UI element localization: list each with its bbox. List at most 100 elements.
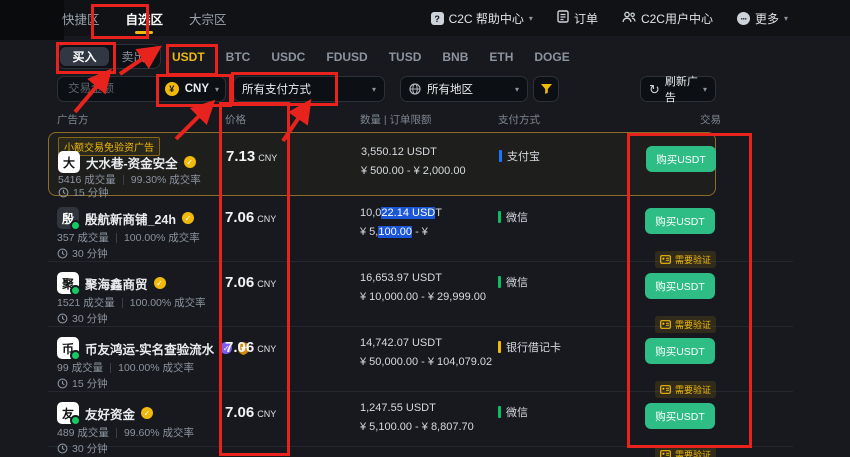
coin-tab-usdc[interactable]: USDC (271, 50, 305, 64)
nav-item[interactable]: ?C2C 帮助中心▾ (431, 10, 533, 27)
payment-method: 微信 (498, 274, 528, 290)
avatar: 大 (58, 151, 80, 173)
payment-method-select[interactable]: 所有支付方式 ▾ (233, 76, 385, 102)
advertiser-stats: 99 成交量100.00% 成交率 (57, 360, 194, 375)
buy-usdt-button[interactable]: 购买USDT (646, 146, 716, 172)
region-select[interactable]: 所有地区 ▾ (400, 76, 528, 102)
release-time-label: 30 分钟 (72, 246, 108, 261)
release-time-label: 30 分钟 (72, 441, 108, 456)
advertiser-name-line: 聚聚海鑫商贸✓ (57, 272, 166, 294)
orders-icon (557, 10, 569, 26)
price-currency: CNY (257, 344, 276, 354)
price-currency: CNY (257, 409, 276, 419)
buy-usdt-button[interactable]: 购买USDT (645, 273, 715, 299)
trade-cell: 购买USDT (646, 146, 716, 172)
stats-divider (110, 363, 111, 373)
trade-count: 489 成交量 (57, 425, 109, 440)
coin-tab-tusd[interactable]: TUSD (389, 50, 422, 64)
advertiser-name[interactable]: 大水巷-资金安全 (86, 153, 178, 172)
buy-usdt-button[interactable]: 购买USDT (645, 338, 715, 364)
advertiser-name-line: 友友好资金 ✓ (57, 402, 153, 424)
advertiser-name-line: 大大水巷-资金安全 ✓ (58, 151, 196, 173)
payment-color-bar (498, 211, 501, 223)
ad-row: 殷殷航新商铺_24h✓357 成交量100.00% 成交率30 分钟7.06CN… (48, 197, 793, 262)
nav-item[interactable]: C2C用户中心 (622, 10, 713, 27)
release-time: 30 分钟 (57, 246, 108, 261)
trade-cell: 购买USDT需要验证 (645, 338, 715, 364)
column-header: 支付方式 (498, 112, 540, 127)
coin-tab-bnb[interactable]: BNB (442, 50, 468, 64)
advertiser-stats: 1521 成交量100.00% 成交率 (57, 295, 206, 310)
trade-cell: 购买USDT需要验证 (645, 273, 715, 299)
coin-tab-doge[interactable]: DOGE (534, 50, 569, 64)
sell-tab[interactable]: 卖出 (109, 47, 158, 66)
buy-tab[interactable]: 买入 (60, 47, 109, 66)
release-time: 15 分钟 (57, 376, 108, 391)
advertiser-cell: 殷殷航新商铺_24h✓357 成交量100.00% 成交率30 分钟 (57, 197, 257, 261)
stats-divider (116, 233, 117, 243)
coin-tab-eth[interactable]: ETH (489, 50, 513, 64)
payment-color-bar (498, 276, 501, 288)
chevron-down-icon: ▾ (515, 85, 519, 94)
completion-rate: 99.60% 成交率 (124, 425, 194, 440)
refresh-ads-label: 刷新广告 (665, 73, 698, 105)
completion-rate: 99.30% 成交率 (131, 172, 201, 187)
trade-cell: 购买USDT需要验证 (645, 208, 715, 234)
zone-tab[interactable]: 快捷区 (62, 0, 100, 36)
payment-method: 微信 (498, 209, 528, 225)
nav-item[interactable]: 订单 (557, 10, 598, 27)
verification-required-badge: 需要验证 (655, 446, 716, 457)
refresh-ads-button[interactable]: ↻ 刷新广告 ▾ (640, 76, 716, 102)
avatar: 友 (57, 402, 79, 424)
release-time: 30 分钟 (57, 441, 108, 456)
coin-tab-usdt[interactable]: USDT (172, 50, 205, 64)
price-cell: 7.13CNY (226, 148, 277, 166)
trade-cell: 购买USDT需要验证 (645, 403, 715, 429)
coin-tabs: USDT BTC USDC FDUSD TUSD BNB ETH DOGE (172, 44, 570, 69)
zone-tab[interactable]: 自选区 (126, 0, 164, 36)
chevron-down-icon: ▾ (372, 85, 376, 94)
coin-tab-btc[interactable]: BTC (226, 50, 251, 64)
zone-tabs: 快捷区自选区大宗区 (62, 0, 227, 36)
topbar-nav: ?C2C 帮助中心▾ 订单 C2C用户中心 ···更多▾ (431, 0, 788, 36)
nav-item-label: 更多 (755, 10, 779, 27)
payment-color-bar (499, 150, 502, 162)
stats-divider (116, 428, 117, 438)
fiat-currency-select[interactable]: CNY (185, 83, 209, 95)
buy-usdt-button[interactable]: 购买USDT (645, 208, 715, 234)
coin-tab-fdusd[interactable]: FDUSD (326, 50, 367, 64)
chevron-down-icon[interactable]: ▾ (215, 85, 219, 94)
advertiser-name[interactable]: 友好资金 (85, 404, 135, 423)
order-limit: ¥ 500.00 - ¥ 2,000.00 (361, 165, 531, 177)
clock-icon (57, 443, 68, 454)
advertiser-name[interactable]: 殷航新商铺_24h (85, 209, 176, 228)
cny-coin-icon: ¥ (165, 82, 179, 96)
verified-check-icon: ✓ (184, 156, 196, 168)
advertiser-stats: 357 成交量100.00% 成交率 (57, 230, 200, 245)
topbar: 快捷区自选区大宗区 ?C2C 帮助中心▾ 订单 C2C用户中心 ···更多▾ (0, 0, 850, 36)
payment-cell: 微信 (498, 209, 528, 225)
payment-method: 微信 (498, 404, 528, 420)
price-cell: 7.06CNY (225, 274, 276, 292)
nav-item-label: 订单 (574, 10, 598, 27)
order-limit: ¥ 5,100.00 - ¥ 8,807.70 (360, 421, 530, 433)
advertiser-name[interactable]: 币友鸿运-实名查验流水 (85, 339, 214, 358)
nav-item[interactable]: ···更多▾ (737, 10, 788, 27)
trade-count: 1521 成交量 (57, 295, 115, 310)
release-time-label: 15 分钟 (72, 376, 108, 391)
advertiser-stats: 489 成交量 99.60% 成交率 (57, 425, 194, 440)
advertiser-name[interactable]: 聚海鑫商贸 (85, 274, 148, 293)
amount-input[interactable] (66, 82, 159, 96)
buy-usdt-button[interactable]: 购买USDT (645, 403, 715, 429)
clock-icon (57, 248, 68, 259)
verified-check-icon: ✓ (141, 407, 153, 419)
advanced-filter-button[interactable] (533, 76, 559, 102)
payment-method: 银行借记卡 (498, 339, 561, 355)
funnel-icon (540, 83, 553, 95)
ad-row: 币币友鸿运-实名查验流水✓99 成交量100.00% 成交率15 分钟7.06C… (48, 327, 793, 392)
region-value: 所有地区 (427, 81, 473, 97)
zone-tab[interactable]: 大宗区 (189, 0, 227, 36)
user-center-icon (622, 11, 636, 26)
payment-method: 支付宝 (499, 148, 540, 164)
ad-row: 友友好资金✓489 成交量99.60% 成交率30 分钟7.06CNY1,247… (48, 392, 793, 447)
